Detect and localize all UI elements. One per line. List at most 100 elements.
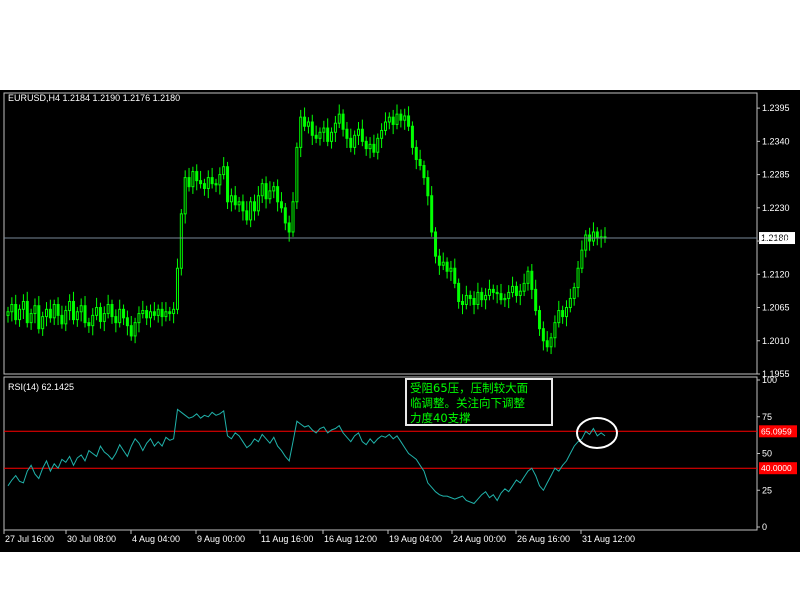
candle-body [545, 340, 549, 348]
candle-body [145, 310, 149, 319]
candle-body [511, 285, 515, 293]
candle-body [295, 146, 299, 203]
time-tick-label: 16 Aug 12:00 [324, 534, 377, 544]
time-tick-label: 9 Aug 00:00 [197, 534, 245, 544]
candle-body [175, 267, 179, 310]
candle-body [237, 201, 241, 206]
candle-body [253, 201, 257, 212]
time-tick-label: 24 Aug 00:00 [453, 534, 506, 544]
candle-body [133, 322, 137, 337]
candle-body [75, 311, 79, 321]
rsi-tick-label: 50 [762, 449, 772, 459]
candle-body [206, 177, 210, 189]
candle-body [437, 255, 441, 266]
candlestick-series [6, 104, 607, 355]
price-tick-label: 1.2010 [762, 336, 790, 346]
candle-body [383, 121, 387, 131]
candle-body [6, 311, 10, 316]
candle-body [256, 195, 260, 212]
candle-body [522, 282, 526, 292]
candle-body [407, 115, 411, 127]
rsi-level-label: 40.0000 [761, 463, 792, 473]
candle-body [422, 165, 426, 179]
candle-body [368, 143, 372, 150]
candle-body [191, 171, 195, 188]
rsi-tick-label: 100 [762, 375, 777, 385]
candle-body [472, 297, 476, 306]
candle-body [183, 177, 187, 215]
annotation-textbox[interactable]: 受阻65压，压制较大面 临调整。关注向下调整 力度40支撑 [405, 378, 553, 426]
candle-body [226, 166, 230, 203]
candle-body [218, 174, 222, 186]
candle-body [434, 231, 438, 257]
candle-body [18, 308, 22, 321]
price-tick-label: 1.2175 [762, 236, 790, 246]
candle-body [364, 140, 368, 150]
time-tick-label: 31 Aug 12:00 [582, 534, 635, 544]
candle-body [403, 115, 407, 121]
candle-body [380, 129, 384, 139]
candle-body [476, 291, 480, 306]
candle-body [141, 310, 145, 315]
candle-body [330, 131, 334, 142]
candle-body [45, 308, 49, 318]
candle-body [71, 300, 75, 321]
candle-body [595, 231, 599, 239]
candle-body [64, 310, 68, 325]
candle-body [580, 249, 584, 269]
candle-body [337, 113, 341, 124]
candle-body [561, 310, 565, 318]
candle-body [41, 316, 45, 330]
time-tick-label: 19 Aug 04:00 [389, 534, 442, 544]
time-axis: 27 Jul 16:00 30 Jul 08:00 4 Aug 04:00 9 Aug… [3, 530, 635, 544]
candle-body [172, 308, 176, 315]
highlight-circle [576, 417, 618, 449]
candle-body [576, 267, 580, 289]
chart-window[interactable]: 1.2180 1.2395 1.2340 1.2285 1.2230 1.2175 1.2… [0, 90, 800, 552]
candle-body [279, 201, 283, 209]
candle-body [299, 116, 303, 148]
candle-body [345, 128, 349, 139]
candle-body [118, 308, 122, 324]
candle-body [353, 134, 357, 148]
candle-body [349, 137, 353, 148]
candle-body [457, 282, 461, 302]
candle-body [87, 322, 91, 327]
candle-body [102, 313, 106, 322]
candle-body [37, 305, 41, 330]
candle-body [245, 210, 249, 221]
candle-body [430, 195, 434, 233]
candle-body [29, 313, 33, 324]
candle-body [129, 325, 133, 337]
chart-header: EURUSD,H4 1.2184 1.2190 1.2176 1.2180 [8, 93, 180, 103]
candle-body [149, 311, 153, 319]
candle-body [541, 328, 545, 342]
candle-body [110, 304, 114, 318]
candle-body [60, 314, 64, 325]
candle-body [287, 222, 291, 233]
time-tick-label: 30 Jul 08:00 [67, 534, 116, 544]
price-axis: 1.2395 1.2340 1.2285 1.2230 1.2175 1.2120 1.20… [757, 103, 790, 379]
candle-body [276, 186, 280, 203]
candle-body [376, 137, 380, 153]
candle-body [25, 300, 29, 324]
rsi-tick-label: 0 [762, 522, 767, 532]
candle-body [68, 300, 72, 312]
chart-canvas[interactable]: 1.2180 1.23951.23401.22851.22301.21751.2… [0, 90, 800, 552]
rsi-axis: 100 75 50 25 0 [757, 375, 777, 532]
candle-body [95, 307, 99, 316]
price-tick-label: 1.2340 [762, 136, 790, 146]
candle-body [303, 116, 307, 127]
candle-body [572, 287, 576, 299]
time-tick-label: 27 Jul 16:00 [5, 534, 54, 544]
candle-body [530, 270, 534, 290]
candle-body [187, 177, 191, 188]
time-tick-label: 4 Aug 04:00 [132, 534, 180, 544]
annotation-line-1: 受阻65压，压制较大面 [410, 381, 529, 395]
symbol-label: EURUSD,H4 [8, 93, 61, 103]
candle-body [156, 308, 160, 316]
candle-body [222, 166, 226, 176]
candle-body [260, 183, 264, 197]
price-tick-label: 1.2065 [762, 303, 790, 313]
candle-body [272, 186, 276, 192]
